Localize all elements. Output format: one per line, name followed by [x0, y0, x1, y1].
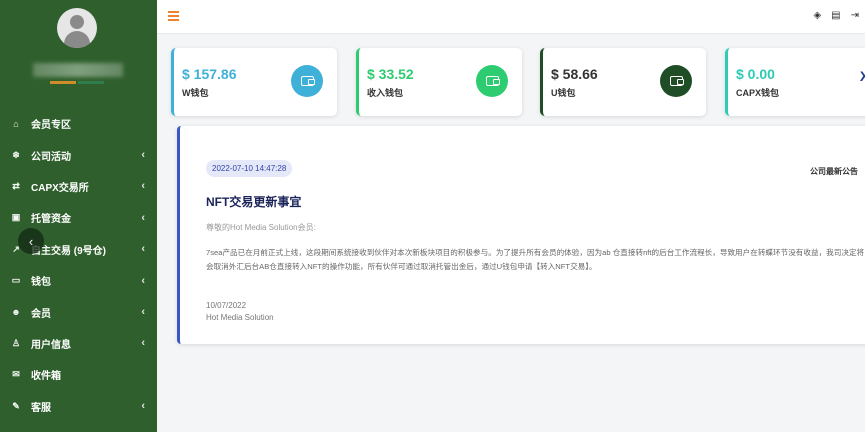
wallet-icon	[476, 65, 508, 97]
wallet-label: CAPX钱包	[736, 88, 780, 98]
announcement-sign-name: Hot Media Solution	[206, 313, 274, 322]
logout-icon[interactable]: ⇥	[851, 10, 859, 21]
sidebar-item-label: 客服	[31, 402, 51, 414]
announcement-panel: 2022-07-10 14:47:28 公司最新公告 NFT交易更新事宜 尊敬的…	[177, 126, 865, 344]
announcement-title: NFT交易更新事宜	[206, 195, 302, 209]
support-icon: ✎	[12, 400, 20, 411]
capx-logo-icon: Xca	[859, 68, 865, 84]
exchange-icon: ⇄	[12, 180, 20, 191]
profile-section	[0, 0, 157, 108]
wallet-icon	[660, 65, 692, 97]
sidebar-item-0[interactable]: ⌂ 会员专区	[0, 108, 157, 139]
wallet-icon: ▭	[11, 275, 21, 286]
sidebar-item-1[interactable]: ❄ 公司活动 ‹	[0, 139, 157, 170]
wallet-label: 收入钱包	[367, 88, 404, 98]
sidebar-item-2[interactable]: ⇄ CAPX交易所 ‹	[0, 171, 157, 202]
snowflake-icon: ❄	[12, 149, 20, 160]
announcement-date: 2022-07-10 14:47:28	[206, 160, 293, 177]
chevron-left-icon: ‹	[141, 306, 145, 319]
sidebar-item-7[interactable]: ♙ 用户信息 ‹	[0, 328, 157, 359]
sidebar-item-9[interactable]: ✎ 客服 ‹	[0, 391, 157, 422]
sidebar-item-label: 用户信息	[31, 339, 71, 351]
chevron-left-icon: ‹	[141, 243, 145, 256]
sidebar-item-label: CAPX交易所	[31, 182, 89, 194]
chevron-left-icon: ‹	[141, 149, 145, 162]
wallet-amount: $ 157.86	[182, 66, 237, 82]
wallet-icon	[291, 65, 323, 97]
wallet-amount: $ 0.00	[736, 66, 775, 82]
sidebar-item-label: 托管资金	[31, 214, 71, 226]
wallet-label: W钱包	[182, 88, 209, 98]
sidebar-item-label: 会员专区	[31, 120, 71, 132]
blurred-username	[33, 63, 123, 77]
top-bar: ◈ ▤ ⇥	[157, 0, 865, 34]
sidebar-menu: ⌂ 会员专区 ❄ 公司活动 ‹ ⇄ CAPX交易所 ‹ ▣ 托管资金 ‹ ↗ 自主交易 (9号仓) ‹ ▭ 钱…	[0, 108, 157, 422]
announcement-greeting: 尊敬的Hot Media Solution会员:	[206, 223, 316, 232]
wallet-label: U钱包	[551, 88, 576, 98]
chevron-left-icon: ‹	[141, 180, 145, 193]
sidebar-item-label: 公司活动	[31, 151, 71, 163]
home-icon: ⌂	[13, 118, 19, 129]
wallet-amount: $ 58.66	[551, 66, 598, 82]
wallet-card[interactable]: $ 0.00 CAPX钱包 Xca	[725, 48, 865, 116]
document-icon[interactable]: ▤	[831, 10, 840, 21]
announcement-body: 7sea产品已在月前正式上线，这段期间系统接收到伙伴对本次新板块项目的积极参与。…	[206, 248, 865, 271]
hamburger-menu-icon[interactable]	[168, 11, 179, 23]
inbox-icon: ✉	[12, 369, 20, 380]
wallet-card[interactable]: $ 33.52 收入钱包	[356, 48, 522, 116]
collapse-sidebar-button[interactable]: ‹	[18, 228, 44, 254]
sidebar-item-label: 收件箱	[31, 371, 61, 383]
announcement-tag: 公司最新公告	[810, 167, 858, 176]
chevron-left-icon: ‹	[141, 400, 145, 413]
profile-status-bars	[50, 81, 104, 84]
wallet-card[interactable]: $ 58.66 U钱包	[540, 48, 706, 116]
chevron-left-icon: ‹	[141, 337, 145, 350]
chevron-left-icon: ‹	[141, 211, 145, 224]
wallet-card[interactable]: $ 157.86 W钱包	[171, 48, 337, 116]
users-icon: ☻	[11, 307, 21, 318]
safe-icon: ▣	[11, 212, 21, 223]
sidebar-item-5[interactable]: ▭ 钱包 ‹	[0, 265, 157, 296]
sidebar: ⌂ 会员专区 ❄ 公司活动 ‹ ⇄ CAPX交易所 ‹ ▣ 托管资金 ‹ ↗ 自主交易 (9号仓) ‹ ▭ 钱…	[0, 0, 157, 432]
ticket-icon[interactable]: ◈	[813, 10, 821, 21]
sidebar-item-label: 钱包	[31, 277, 51, 289]
avatar[interactable]	[57, 8, 97, 48]
announcement-sign-date: 10/07/2022	[206, 301, 247, 310]
sidebar-item-6[interactable]: ☻ 会员 ‹	[0, 296, 157, 327]
wallet-amount: $ 33.52	[367, 66, 414, 82]
user-icon: ♙	[11, 337, 21, 348]
sidebar-item-8[interactable]: ✉ 收件箱	[0, 359, 157, 390]
chevron-left-icon: ‹	[141, 274, 145, 287]
sidebar-item-label: 会员	[31, 308, 51, 320]
